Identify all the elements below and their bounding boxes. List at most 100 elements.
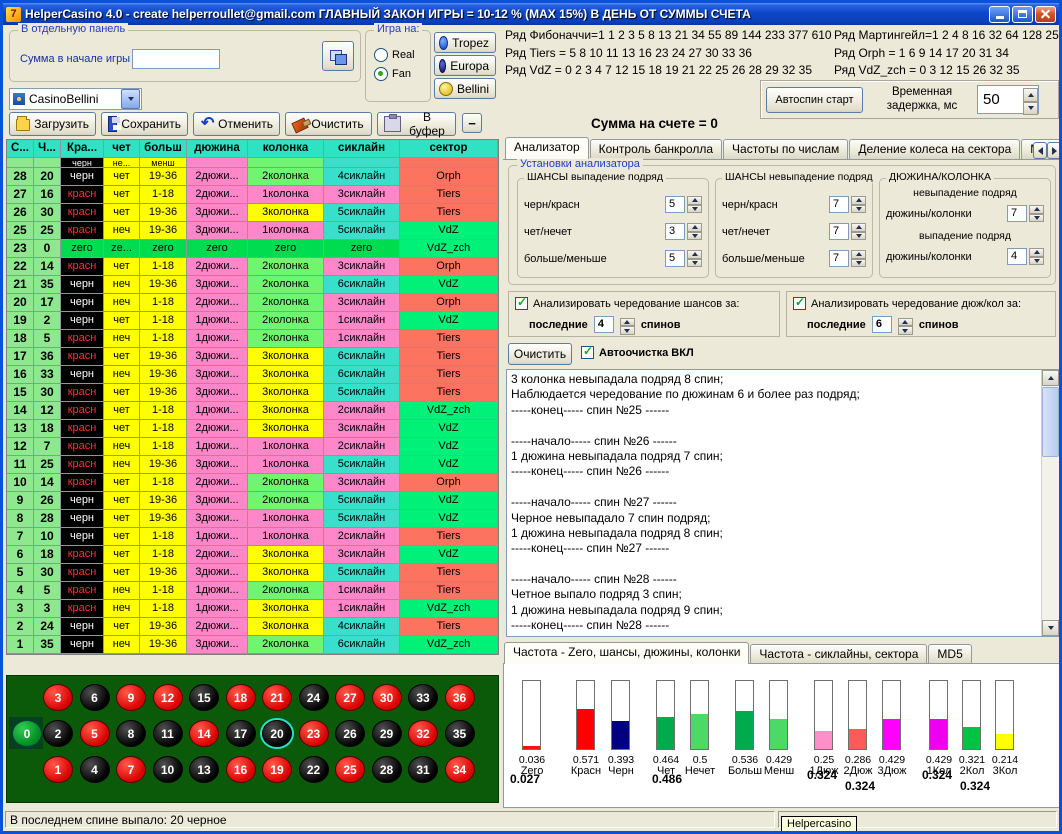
scroll-down-button[interactable] <box>1042 620 1059 636</box>
history-row[interactable]: 1014краснчет1-182дюжи...2колонка3сиклайн… <box>7 474 498 492</box>
roulette-number[interactable]: 15 <box>189 684 219 711</box>
roulette-number[interactable]: 10 <box>153 756 183 783</box>
history-row[interactable]: 1530краснчет19-363дюжи...3колонка5сиклай… <box>7 384 498 402</box>
spinner-up-button[interactable] <box>620 318 635 327</box>
radio-fan[interactable]: Fan <box>374 64 415 83</box>
spinner[interactable] <box>1029 205 1044 222</box>
spinner[interactable] <box>1023 88 1038 115</box>
roulette-number[interactable]: 2 <box>43 720 73 747</box>
detach-panel-button[interactable] <box>322 41 354 71</box>
roulette-number[interactable]: 4 <box>80 756 110 783</box>
start-sum-input[interactable] <box>132 49 220 69</box>
autospin-start-button[interactable]: Автоспин старт <box>766 87 863 113</box>
scroll-up-button[interactable] <box>1042 370 1059 386</box>
setting-value-input[interactable]: 7 <box>829 250 849 267</box>
analyze-dozen-checkbox[interactable] <box>793 297 806 310</box>
history-row[interactable]: 224чернчет19-362дюжи...3колонка4сиклайнT… <box>7 618 498 636</box>
bellini-button[interactable]: Bellini <box>434 78 496 99</box>
history-row[interactable]: 530краснчет19-363дюжи...3колонка5сиклайн… <box>7 564 498 582</box>
frequency-tab-1[interactable]: Частота - Zero, шансы, дюжины, колонки <box>504 642 749 664</box>
setting-value-input[interactable]: 7 <box>829 223 849 240</box>
spinner[interactable] <box>687 196 702 213</box>
clear-log-button[interactable]: Очистить <box>508 343 572 365</box>
history-row[interactable]: 2820чернчет19-362дюжи...2колонка4сиклайн… <box>7 168 498 186</box>
dropdown-button[interactable] <box>121 89 140 109</box>
load-button[interactable]: Загрузить <box>9 112 96 136</box>
spinner-up-button[interactable] <box>687 223 702 232</box>
title-bar[interactable]: 7 HelperCasino 4.0 - create helperroulle… <box>3 3 1059 25</box>
buffer-button[interactable]: В буфер <box>377 112 456 136</box>
history-row-partial[interactable]: чернне...менш <box>7 158 498 168</box>
analysis-log[interactable]: 3 колонка невыпадала подряд 8 спин;Наблю… <box>506 369 1060 637</box>
casino-select[interactable]: CasinoBellini <box>9 88 142 110</box>
analyze-chances-checkbox[interactable] <box>515 297 528 310</box>
roulette-number[interactable]: 20 <box>262 720 292 747</box>
spinner-up-button[interactable] <box>851 223 866 232</box>
europa-button[interactable]: Europa <box>434 55 496 76</box>
spinner-down-button[interactable] <box>851 259 866 268</box>
spinner-down-button[interactable] <box>1029 214 1044 223</box>
roulette-number[interactable]: 1 <box>43 756 73 783</box>
spinner-up-button[interactable] <box>851 250 866 259</box>
spinner[interactable] <box>620 318 635 335</box>
roulette-number[interactable]: 12 <box>153 684 183 711</box>
spinner-down-button[interactable] <box>687 232 702 241</box>
history-row[interactable]: 33красннеч1-181дюжи...3колонка1сиклайнVd… <box>7 600 498 618</box>
frequency-tab-3[interactable]: MD5 <box>928 644 971 664</box>
radio-real[interactable]: Real <box>374 45 415 64</box>
roulette-number[interactable]: 11 <box>153 720 183 747</box>
spinner[interactable] <box>851 223 866 240</box>
roulette-number[interactable]: 31 <box>408 756 438 783</box>
history-row[interactable]: 2135черннеч19-363дюжи...2колонка6сиклайн… <box>7 276 498 294</box>
collapse-button[interactable]: − <box>462 113 482 133</box>
close-button[interactable] <box>1035 6 1056 23</box>
history-row[interactable]: 2214краснчет1-182дюжи...2колонка3сиклайн… <box>7 258 498 276</box>
history-row[interactable]: 230zeroze...zerozerozerozeroVdZ_zch <box>7 240 498 258</box>
history-row[interactable]: 2017черннеч1-182дюжи...2колонка3сиклайнO… <box>7 294 498 312</box>
roulette-number[interactable]: 36 <box>445 684 475 711</box>
spinner-down-button[interactable] <box>687 205 702 214</box>
roulette-number[interactable]: 21 <box>262 684 292 711</box>
main-tab-3[interactable]: Частоты по числам <box>723 139 848 159</box>
roulette-number[interactable]: 22 <box>299 756 329 783</box>
spinner[interactable] <box>851 196 866 213</box>
roulette-number[interactable]: 29 <box>372 720 402 747</box>
spinner[interactable] <box>687 223 702 240</box>
roulette-number[interactable]: 18 <box>226 684 256 711</box>
history-row[interactable]: 135черннеч19-363дюжи...2колонка6сиклайнV… <box>7 636 498 654</box>
spinner[interactable] <box>851 250 866 267</box>
roulette-number[interactable]: 26 <box>335 720 365 747</box>
spinner[interactable] <box>1029 248 1044 265</box>
log-scrollbar[interactable] <box>1041 370 1059 636</box>
spinner-down-button[interactable] <box>1023 102 1038 116</box>
roulette-number[interactable]: 13 <box>189 756 219 783</box>
history-row[interactable]: 2630краснчет19-363дюжи...3колонка5сиклай… <box>7 204 498 222</box>
roulette-number[interactable]: 14 <box>189 720 219 747</box>
last-spins-input[interactable]: 4 <box>594 316 614 333</box>
spinner-up-button[interactable] <box>1029 205 1044 214</box>
roulette-number[interactable]: 23 <box>299 720 329 747</box>
history-row[interactable]: 2716краснчет1-182дюжи...1колонка3сиклайн… <box>7 186 498 204</box>
roulette-number[interactable]: 8 <box>116 720 146 747</box>
tab-scroll-left-button[interactable] <box>1033 142 1047 159</box>
tab-scroll-right-button[interactable] <box>1047 142 1061 159</box>
minimize-button[interactable] <box>989 6 1010 23</box>
maximize-button[interactable] <box>1012 6 1033 23</box>
roulette-number[interactable]: 33 <box>408 684 438 711</box>
roulette-zero[interactable]: 0 <box>12 720 42 747</box>
setting-value-input[interactable]: 7 <box>1007 205 1027 222</box>
spinner-down-button[interactable] <box>851 205 866 214</box>
spinner-up-button[interactable] <box>1023 88 1038 102</box>
spinner-up-button[interactable] <box>1029 248 1044 257</box>
roulette-number[interactable]: 6 <box>80 684 110 711</box>
delay-input[interactable]: 50 <box>977 85 1039 114</box>
roulette-number[interactable]: 16 <box>226 756 256 783</box>
history-row[interactable]: 1633черннеч19-363дюжи...3колонка6сиклайн… <box>7 366 498 384</box>
history-row[interactable]: 828чернчет19-363дюжи...1колонка5сиклайнV… <box>7 510 498 528</box>
history-row[interactable]: 192чернчет1-181дюжи...2колонка1сиклайнVd… <box>7 312 498 330</box>
roulette-number[interactable]: 25 <box>335 756 365 783</box>
roulette-number[interactable]: 17 <box>226 720 256 747</box>
history-row[interactable]: 2525красннеч19-363дюжи...1колонка5сиклай… <box>7 222 498 240</box>
history-row[interactable]: 926чернчет19-363дюжи...2колонка5сиклайнV… <box>7 492 498 510</box>
roulette-number[interactable]: 3 <box>43 684 73 711</box>
